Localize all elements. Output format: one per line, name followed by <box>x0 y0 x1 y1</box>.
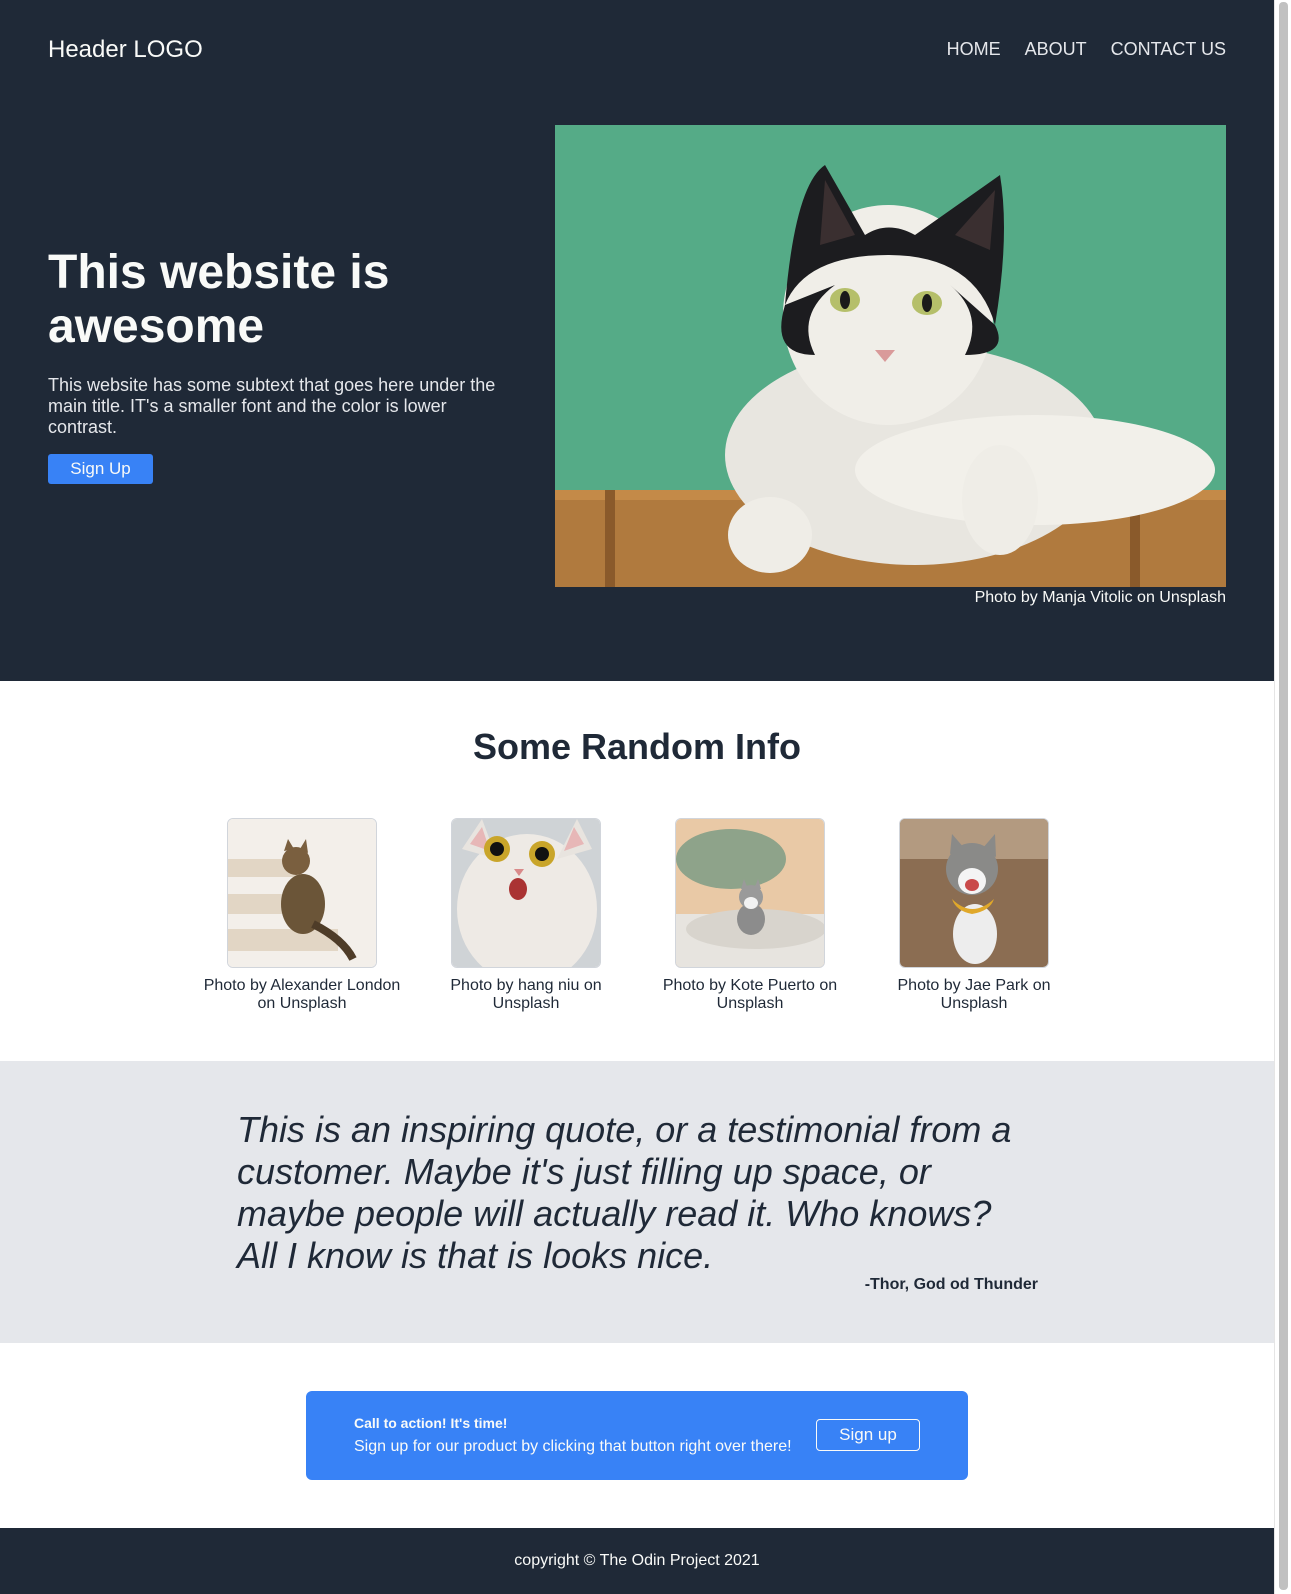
cta-title: Call to action! It's time! <box>354 1415 508 1431</box>
quote-section: This is an inspiring quote, or a testimo… <box>0 1061 1274 1343</box>
hero-subtitle: This website has some subtext that goes … <box>48 375 496 437</box>
card-caption: Photo by Kote Puerto on Unsplash <box>662 977 838 1012</box>
footer-copyright: copyright © The Odin Project 2021 <box>514 1552 760 1569</box>
card-cat-image <box>451 818 601 968</box>
nav-about-link[interactable]: ABOUT <box>1025 39 1087 60</box>
info-card: Photo by Alexander London on Unsplash <box>202 818 402 1013</box>
hero-image-credit: Photo by Manja Vitolic on Unsplash <box>974 589 1226 606</box>
quote-text: This is an inspiring quote, or a testimo… <box>237 1109 1012 1276</box>
header-logo[interactable]: Header LOGO <box>48 36 203 64</box>
quote-author: -Thor, God od Thunder <box>864 1276 1038 1293</box>
card-caption: Photo by hang niu on Unsplash <box>450 977 602 1012</box>
hero-cat-image <box>555 125 1226 587</box>
card-cat-image <box>899 818 1049 968</box>
scrollbar-thumb[interactable] <box>1279 2 1288 1590</box>
call-to-action-box: Call to action! It's time! Sign up for o… <box>306 1391 968 1480</box>
hero-section: Header LOGO HOME ABOUT CONTACT US This w… <box>0 0 1274 681</box>
vertical-scrollbar[interactable] <box>1274 0 1291 1594</box>
hero-signup-button[interactable]: Sign Up <box>48 454 153 484</box>
info-card: Photo by Jae Park on Unsplash <box>874 818 1074 1013</box>
card-cat-image <box>675 818 825 968</box>
nav-home-link[interactable]: HOME <box>947 39 1001 60</box>
info-section-title: Some Random Info <box>472 726 801 767</box>
footer: copyright © The Odin Project 2021 <box>0 1528 1274 1594</box>
cta-signup-button[interactable]: Sign up <box>816 1419 920 1451</box>
hero-title: This website is awesome <box>48 246 390 353</box>
main-nav: HOME ABOUT CONTACT US <box>947 39 1226 60</box>
page: Header LOGO HOME ABOUT CONTACT US This w… <box>0 0 1274 1594</box>
info-card: Photo by hang niu on Unsplash <box>426 818 626 1013</box>
card-caption: Photo by Alexander London on Unsplash <box>203 977 401 1012</box>
nav-contact-link[interactable]: CONTACT US <box>1111 39 1226 60</box>
info-card: Photo by Kote Puerto on Unsplash <box>650 818 850 1013</box>
card-caption: Photo by Jae Park on Unsplash <box>897 977 1051 1012</box>
card-cat-image <box>227 818 377 968</box>
cta-text: Sign up for our product by clicking that… <box>354 1438 792 1455</box>
